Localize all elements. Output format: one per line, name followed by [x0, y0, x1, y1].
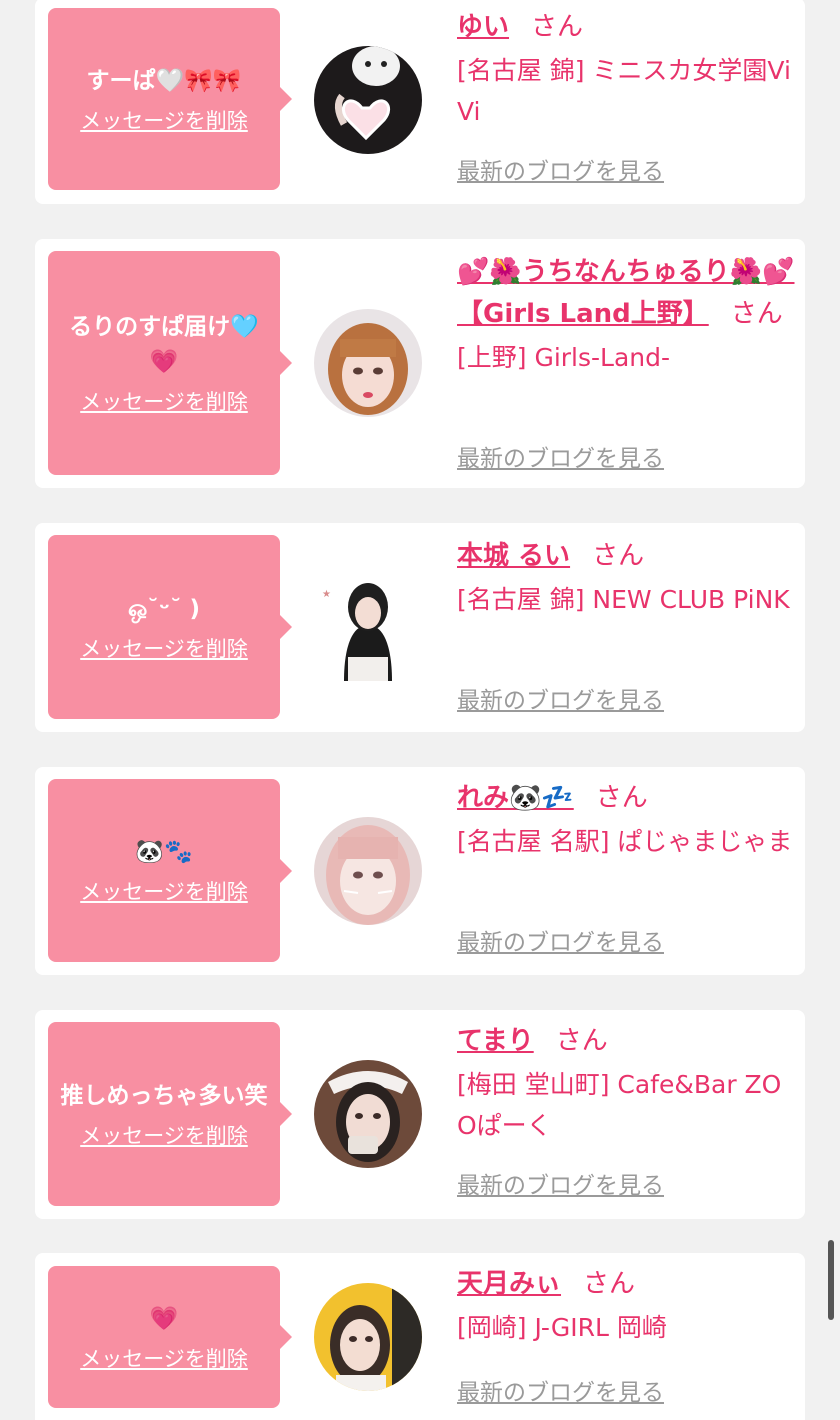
list-item: ஒ˘ᵕ˘ ) メッセージを削除 ★ 本城 るい さん [名古屋 錦] NEW CL… — [35, 523, 805, 732]
honorific: さん — [583, 1269, 636, 1299]
latest-blog-link[interactable]: 最新のブログを見る — [457, 1166, 664, 1200]
shop-text: [梅田 堂山町] Cafe&Bar ZOOぱーく — [457, 1070, 782, 1140]
message-text: ஒ˘ᵕ˘ ) — [127, 595, 200, 622]
delete-message-link[interactable]: メッセージを削除 — [80, 1120, 248, 1150]
girl-info: 天月みぃ さん [岡崎] J-GIRL 岡崎 最新のブログを見る — [457, 1263, 797, 1406]
message-bubble: るりのすぱ届け🩵💗 メッセージを削除 — [48, 251, 292, 475]
girl-name-link[interactable]: てまり — [457, 1026, 534, 1056]
list-item: すーぱ🤍🎀🎀 メッセージを削除 ゆい さん [名古屋 錦] ミニスカ女学園ViVi… — [35, 0, 805, 204]
name-line: てまり さん — [457, 1020, 797, 1062]
latest-blog-link[interactable]: 最新のブログを見る — [457, 439, 664, 473]
girl-name-link[interactable]: ゆい — [457, 12, 509, 42]
svg-text:★: ★ — [322, 589, 331, 600]
avatar[interactable] — [314, 1060, 422, 1168]
message-text: るりのすぱ届け🩵💗 — [69, 314, 259, 375]
avatar[interactable] — [314, 309, 422, 417]
girl-info: れみ🐼💤 さん [名古屋 名駅] ぱじゃまじゃま 最新のブログを見る — [457, 777, 797, 956]
girl-info: ゆい さん [名古屋 錦] ミニスカ女学園ViVi 最新のブログを見る — [457, 6, 797, 185]
shop-text: [名古屋 錦] NEW CLUB PiNK — [457, 585, 790, 614]
name-line: 天月みぃ さん — [457, 1263, 797, 1305]
message-list: すーぱ🤍🎀🎀 メッセージを削除 ゆい さん [名古屋 錦] ミニスカ女学園ViVi… — [0, 0, 840, 1420]
message-bubble: ஒ˘ᵕ˘ ) メッセージを削除 — [48, 535, 292, 719]
honorific: さん — [555, 1026, 608, 1056]
list-item: 🐼🐾 メッセージを削除 れみ🐼💤 さん [名古屋 名駅] ぱじゃまじゃま 最新のブ… — [35, 767, 805, 975]
honorific: さん — [730, 299, 783, 329]
girl-info: 本城 るい さん [名古屋 錦] NEW CLUB PiNK 最新のブログを見る — [457, 535, 797, 714]
latest-blog-link[interactable]: 最新のブログを見る — [457, 152, 664, 186]
name-line: れみ🐼💤 さん — [457, 777, 797, 819]
message-text: 推しめっちゃ多い笑 — [60, 1082, 268, 1109]
girl-name-link[interactable]: れみ🐼💤 — [457, 783, 574, 813]
girl-name-link[interactable]: 天月みぃ — [457, 1269, 561, 1299]
scrollbar[interactable] — [828, 1240, 834, 1320]
message-text: すーぱ🤍🎀🎀 — [86, 67, 242, 94]
name-line: 本城 るい さん — [457, 535, 797, 577]
honorific: さん — [595, 783, 648, 813]
shop-text: [上野] Girls-Land- — [457, 343, 671, 372]
honorific: さん — [592, 541, 645, 571]
message-bubble: すーぱ🤍🎀🎀 メッセージを削除 — [48, 8, 292, 190]
message-text: 💗 — [149, 1305, 179, 1332]
latest-blog-link[interactable]: 最新のブログを見る — [457, 1373, 664, 1407]
message-text: 🐼🐾 — [135, 839, 193, 865]
avatar[interactable] — [314, 1283, 422, 1391]
girl-info: 💕🌺うちなんちゅるり🌺💕【Girls Land上野】 さん [上野] Girls-… — [457, 251, 797, 472]
shop-text: [岡崎] J-GIRL 岡崎 — [457, 1313, 667, 1342]
list-item: 💗 メッセージを削除 天月みぃ さん [岡崎] J-GIRL 岡崎 最新のブログを… — [35, 1253, 805, 1420]
delete-message-link[interactable]: メッセージを削除 — [80, 633, 248, 663]
girl-info: てまり さん [梅田 堂山町] Cafe&Bar ZOOぱーく 最新のブログを見る — [457, 1020, 797, 1199]
list-item: るりのすぱ届け🩵💗 メッセージを削除 💕🌺うちなんちゅるり🌺💕【Girls La… — [35, 239, 805, 488]
delete-message-link[interactable]: メッセージを削除 — [80, 1343, 248, 1373]
message-bubble: 推しめっちゃ多い笑 メッセージを削除 — [48, 1022, 292, 1206]
avatar[interactable] — [314, 46, 422, 154]
shop-text: [名古屋 錦] ミニスカ女学園ViVi — [457, 56, 791, 126]
avatar[interactable] — [314, 817, 422, 925]
delete-message-link[interactable]: メッセージを削除 — [80, 386, 248, 416]
message-bubble: 🐼🐾 メッセージを削除 — [48, 779, 292, 962]
latest-blog-link[interactable]: 最新のブログを見る — [457, 681, 664, 715]
name-line: ゆい さん — [457, 6, 797, 48]
honorific: さん — [531, 12, 584, 42]
delete-message-link[interactable]: メッセージを削除 — [80, 876, 248, 906]
list-item: 推しめっちゃ多い笑 メッセージを削除 てまり さん [梅田 堂山町] Cafe&B… — [35, 1010, 805, 1219]
girl-name-link[interactable]: 本城 るい — [457, 541, 570, 571]
name-line: 💕🌺うちなんちゅるり🌺💕【Girls Land上野】 さん — [457, 251, 797, 335]
message-bubble: 💗 メッセージを削除 — [48, 1266, 292, 1408]
avatar[interactable]: ★ — [314, 573, 422, 681]
delete-message-link[interactable]: メッセージを削除 — [80, 105, 248, 135]
latest-blog-link[interactable]: 最新のブログを見る — [457, 923, 664, 957]
shop-text: [名古屋 名駅] ぱじゃまじゃま — [457, 827, 793, 856]
